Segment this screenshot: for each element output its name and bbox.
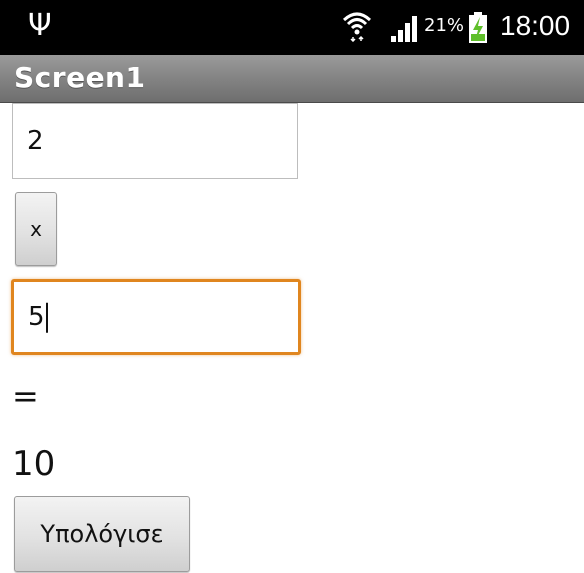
multiply-button[interactable]: x [15, 192, 57, 266]
second-number-value: 5 [28, 302, 48, 333]
status-bar: Ψ 21% 18:00 [0, 0, 584, 55]
battery-charging-icon [469, 12, 487, 43]
first-number-input[interactable]: 2 [12, 103, 298, 179]
text-cursor [45, 302, 48, 333]
second-number-input[interactable]: 5 [11, 279, 301, 355]
wifi-icon [342, 12, 372, 42]
calculate-button[interactable]: Υπολόγισε [14, 496, 190, 572]
result-label: 10 [12, 444, 56, 484]
first-number-value: 2 [27, 126, 44, 156]
title-bar: Screen1 [0, 55, 584, 103]
equals-label: = [12, 377, 39, 415]
app-screen: Ψ 21% 18:00 Screen1 2 x 5 = 10 Υπολόγισε [0, 0, 584, 573]
clock: 18:00 [500, 10, 571, 41]
second-number-text: 5 [28, 301, 45, 332]
usb-icon: Ψ [28, 8, 52, 43]
screen-title: Screen1 [14, 61, 146, 94]
battery-percent: 21% [424, 15, 465, 36]
signal-icon [391, 16, 417, 42]
